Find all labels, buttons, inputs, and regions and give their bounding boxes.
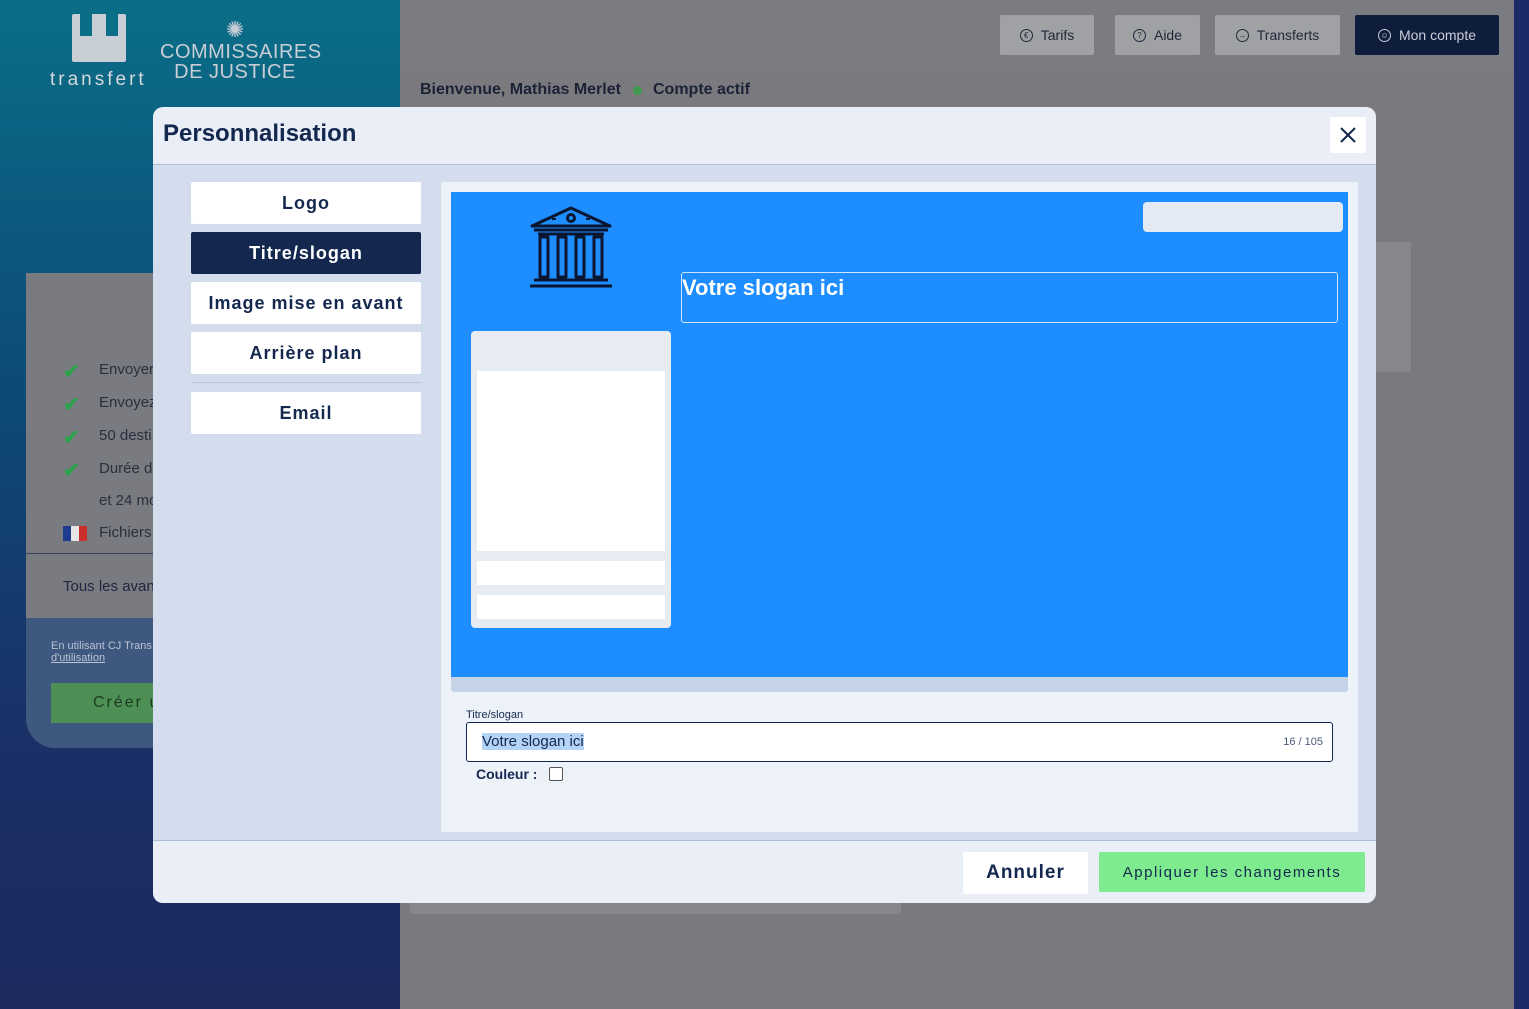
close-button[interactable] [1330, 117, 1366, 153]
preview-slogan: Votre slogan ici [681, 272, 1338, 323]
preview-upload-form [471, 331, 671, 628]
tab-logo[interactable]: Logo [191, 182, 421, 224]
all-advantages-link[interactable]: Tous les avan [63, 578, 155, 595]
welcome-text: Bienvenue, Mathias Merlet [420, 81, 621, 98]
color-label: Couleur : [476, 766, 538, 782]
commissaires-logo: ✺ COMMISSAIRES DE JUSTICE [160, 17, 322, 83]
tab-image-mise-en-avant[interactable]: Image mise en avant [191, 282, 421, 324]
editor-panel: Votre slogan ici Titre/slogan Votre slog… [441, 182, 1358, 832]
color-checkbox[interactable] [549, 767, 563, 781]
cancel-button[interactable]: Annuler [963, 852, 1088, 894]
check-icon: ✔ [63, 361, 80, 383]
tab-email[interactable]: Email [191, 392, 421, 434]
status-dot [633, 86, 642, 95]
right-edge-strip [1514, 0, 1529, 1009]
help-icon: ? [1132, 28, 1146, 42]
slogan-input[interactable]: Votre slogan ici 16 / 105 [466, 722, 1333, 762]
check-icon: ✔ [63, 460, 80, 482]
modal-title: Personnalisation [163, 120, 357, 147]
sun-emblem-icon: ✺ [225, 17, 245, 42]
logo-mark-icon [72, 14, 126, 62]
page-preview: Votre slogan ici [451, 192, 1348, 677]
close-icon [1340, 127, 1356, 143]
modal-footer: Annuler Appliquer les changements [153, 840, 1376, 903]
slogan-field-label: Titre/slogan [466, 709, 524, 721]
euro-icon: € [1019, 28, 1033, 42]
tarifs-button[interactable]: € Tarifs [1000, 15, 1094, 55]
apply-changes-button[interactable]: Appliquer les changements [1099, 852, 1365, 892]
personalization-modal: Personnalisation Logo Titre/slogan Image… [153, 107, 1376, 903]
character-counter: 16 / 105 [1283, 736, 1323, 748]
check-icon: ✔ [63, 427, 80, 449]
account-status: Compte actif [653, 81, 750, 98]
tab-titre-slogan[interactable]: Titre/slogan [191, 232, 421, 274]
account-icon: ☺ [1377, 28, 1391, 42]
courthouse-icon [530, 206, 612, 288]
preview-header-box [1143, 202, 1343, 232]
check-icon: ✔ [63, 394, 80, 416]
french-flag-icon [63, 526, 87, 541]
tab-divider [191, 382, 421, 383]
logo-text: transfert [50, 69, 147, 90]
tab-arriere-plan[interactable]: Arrière plan [191, 332, 421, 374]
partner-line1: COMMISSAIRES [160, 41, 322, 63]
modal-header: Personnalisation [153, 107, 1376, 165]
mon-compte-button[interactable]: ☺ Mon compte [1355, 15, 1499, 55]
slogan-input-value: Votre slogan ici [482, 733, 584, 750]
modal-body: Logo Titre/slogan Image mise en avant Ar… [153, 165, 1376, 840]
terms-link[interactable]: d'utilisation [51, 652, 152, 664]
top-bar: € Tarifs ? Aide → Transferts ☺ Mon compte [400, 0, 1514, 70]
transferts-button[interactable]: → Transferts [1215, 15, 1340, 55]
background-card [1370, 242, 1411, 372]
background-panel-edge [410, 903, 901, 914]
transfert-logo: transfert [50, 14, 150, 90]
terms-text: En utilisant CJ Trans d'utilisation [51, 640, 152, 664]
aide-button[interactable]: ? Aide [1115, 15, 1200, 55]
transfer-icon: → [1235, 28, 1249, 42]
partner-line2: DE JUSTICE [174, 61, 296, 83]
